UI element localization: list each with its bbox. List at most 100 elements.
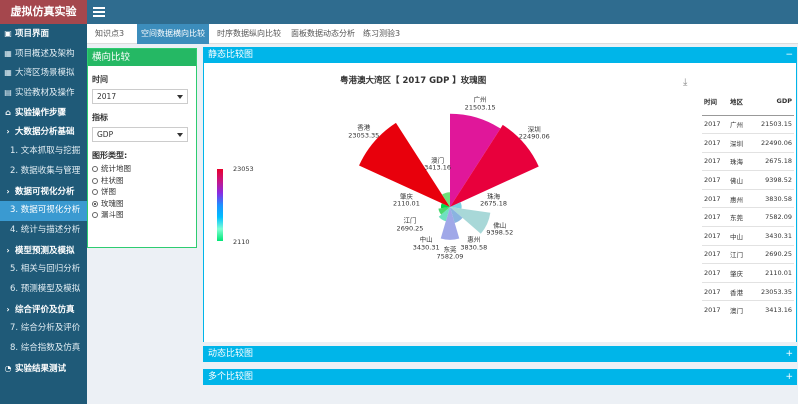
tab[interactable]: 练习测验3 xyxy=(359,24,404,44)
slice-label: 肇庆 2110.01 xyxy=(393,193,420,208)
sidebar-item[interactable]: 6. 预测模型及模拟 xyxy=(0,280,87,300)
sidebar-item[interactable]: › 数据可视化分析 xyxy=(0,182,87,202)
chart-type-option[interactable]: 柱状图 xyxy=(92,175,196,187)
sidebar-item[interactable]: 7. 综合分析及评价 xyxy=(0,319,87,339)
sidebar-item-label: 大数据分析基础 xyxy=(15,127,75,138)
slice-label-value: 2675.18 xyxy=(480,199,508,208)
slice-label: 香港 23053.35 xyxy=(348,124,380,140)
sidebar-item[interactable]: ⌂ 实验操作步骤 xyxy=(0,103,87,123)
dynamic-compare-header[interactable]: 动态比较图 + xyxy=(203,346,797,362)
tab[interactable]: 面板数据动态分析 xyxy=(287,24,359,44)
table-cell: 2110.01 xyxy=(749,263,794,283)
tab[interactable]: 空间数据横向比较 xyxy=(137,24,209,44)
slice-label-value: 3413.16 xyxy=(424,163,452,172)
slice-label-value: 3830.58 xyxy=(460,243,488,251)
indicator-select-value: GDP xyxy=(97,130,114,139)
slice-label-value: 3430.31 xyxy=(412,243,440,251)
radio-icon[interactable] xyxy=(92,200,98,207)
table-row: 2017 江门 2690.25 xyxy=(702,244,794,264)
tab[interactable]: 时序数据纵向比较 xyxy=(213,24,285,44)
sidebar-item[interactable]: 3. 数据可视化分析 xyxy=(0,201,87,221)
slice-label: 深圳 22490.06 xyxy=(519,126,550,141)
expand-icon[interactable]: + xyxy=(785,346,793,362)
time-select[interactable]: 2017 xyxy=(92,89,188,104)
slice-label-value: 23053.35 xyxy=(348,131,380,140)
sidebar-item[interactable]: ◔ 实验结果测试 xyxy=(0,359,87,379)
sidebar-item[interactable]: › 综合评价及仿真 xyxy=(0,300,87,320)
table-cell: 中山 xyxy=(728,226,750,246)
multi-compare-header[interactable]: 多个比较图 + xyxy=(203,369,797,385)
sidebar-item[interactable]: ▦ 大湾区场景模拟 xyxy=(0,63,87,83)
table-row: 2017 香港 23053.35 xyxy=(702,281,794,301)
chart-type-option[interactable]: 统计地图 xyxy=(92,163,196,175)
expand-icon[interactable]: + xyxy=(785,369,793,385)
tab-bar: 知识点3 空间数据横向比较 时序数据纵向比较 面板数据动态分析 练习测验3 xyxy=(87,24,798,44)
table-cell: 2675.18 xyxy=(749,151,794,171)
slice-label: 珠海 2675.18 xyxy=(480,193,507,208)
table-cell: 2017 xyxy=(702,188,729,208)
sidebar-item-label: 综合评价及仿真 xyxy=(15,304,75,315)
indicator-label: 指标 xyxy=(92,113,108,122)
sidebar-item[interactable]: 5. 相关与回归分析 xyxy=(0,260,87,280)
table-cell: 2017 xyxy=(702,263,729,283)
radio-icon[interactable] xyxy=(92,212,98,218)
sidebar-item[interactable]: ▣ 项目界面 xyxy=(0,24,87,44)
color-legend-bar xyxy=(217,169,223,241)
table-cell: 澳门 xyxy=(728,300,750,320)
chart-type-option[interactable]: 漏斗图 xyxy=(92,209,196,221)
sidebar-item-label: 1. 文本抓取与挖掘 xyxy=(10,146,81,157)
control-panel: 横向比较 时间 2017 指标 GDP 图形类型: 统计地图 柱状图 饼图 玫瑰图 漏斗… xyxy=(87,48,197,248)
radio-icon[interactable] xyxy=(92,177,98,184)
static-compare-header[interactable]: 静态比较图 − xyxy=(203,47,797,63)
sidebar-item[interactable]: ▤ 实验教材及操作 xyxy=(0,83,87,103)
table-cell: 2017 xyxy=(702,281,729,301)
table-row: 2017 珠海 2675.18 xyxy=(702,151,794,171)
table-cell: 3830.58 xyxy=(749,188,794,208)
time-label: 时间 xyxy=(92,75,108,84)
table-cell: 广州 xyxy=(728,114,750,134)
sidebar-item-label: 6. 预测模型及模拟 xyxy=(10,283,81,294)
table-cell: 23053.35 xyxy=(749,281,794,301)
sidebar-item-label: 3. 数据可视化分析 xyxy=(10,205,81,216)
slice-label-value: 22490.06 xyxy=(518,132,550,141)
table-header-cell[interactable]: 时间 xyxy=(702,87,729,116)
chart-type-option[interactable]: 饼图 xyxy=(92,186,196,198)
table-header-cell[interactable]: GDP xyxy=(749,87,794,116)
table-header-cell[interactable]: 地区 xyxy=(728,87,750,116)
sidebar-item[interactable]: ▦ 项目概述及架构 xyxy=(0,44,87,64)
chart-type-option-label: 漏斗图 xyxy=(101,210,124,219)
sidebar-item[interactable]: 8. 综合指数及仿真 xyxy=(0,339,87,359)
download-icon[interactable]: ⤓ xyxy=(683,78,693,88)
sidebar-item[interactable]: 2. 数据收集与管理 xyxy=(0,162,87,182)
menu-toggle-icon[interactable] xyxy=(93,5,105,19)
table-row: 2017 澳门 3413.16 xyxy=(702,300,794,320)
radio-icon[interactable] xyxy=(92,189,98,195)
table-row: 2017 惠州 3830.58 xyxy=(702,188,794,208)
table-cell: 佛山 xyxy=(728,170,750,190)
chevron-right-icon: › xyxy=(6,127,10,137)
table-cell: 2017 xyxy=(702,133,729,153)
chart-type-option-label: 柱状图 xyxy=(101,175,124,185)
sidebar-item[interactable]: › 大数据分析基础 xyxy=(0,122,87,142)
chevron-right-icon: › xyxy=(6,304,10,314)
sidebar-item-label: 5. 相关与回归分析 xyxy=(10,264,81,275)
table-cell: 2017 xyxy=(702,300,729,320)
sidebar-item-label: 实验教材及操作 xyxy=(15,88,75,99)
sidebar-item[interactable]: 4. 统计与描述分析 xyxy=(0,221,87,241)
sidebar-item-label: 7. 综合分析及评价 xyxy=(10,323,81,334)
control-panel-header: 横向比较 xyxy=(88,49,196,66)
chart-type-option[interactable]: 玫瑰图 xyxy=(92,198,196,210)
sidebar-item-label: 8. 综合指数及仿真 xyxy=(10,343,81,353)
radio-icon[interactable] xyxy=(92,166,98,172)
chart-type-option-label: 玫瑰图 xyxy=(101,198,124,208)
collapse-icon[interactable]: − xyxy=(785,47,793,63)
sidebar-item[interactable]: › 模型预测及模拟 xyxy=(0,241,87,261)
table-cell: 7582.09 xyxy=(749,207,794,227)
sidebar-item-label: 数据可视化分析 xyxy=(15,186,75,197)
app-title: 虚拟仿真实验 xyxy=(0,0,87,24)
indicator-select[interactable]: GDP xyxy=(92,127,188,142)
sidebar-item[interactable]: 1. 文本抓取与挖掘 xyxy=(0,142,87,162)
table-cell: 深圳 xyxy=(728,133,750,153)
tab[interactable]: 知识点3 xyxy=(91,24,128,44)
grid-icon: ▦ xyxy=(4,48,12,58)
